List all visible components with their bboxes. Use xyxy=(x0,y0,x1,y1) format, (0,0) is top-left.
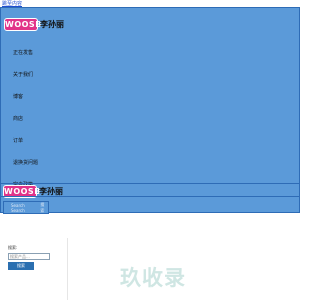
nav-item-returns[interactable]: 退换货问题 xyxy=(13,157,93,179)
nav-item-about[interactable]: 关于我们 xyxy=(13,69,93,91)
header-search-box[interactable]: Search Search 搜索 xyxy=(3,201,49,214)
main-nav: 正在发售 关于我们 博客 商店 订单 退换货问题 客户政策 xyxy=(13,47,93,201)
nav-item-orders[interactable]: 订单 xyxy=(13,135,93,157)
brand-name[interactable]: 李孙丽 xyxy=(40,19,64,30)
header-divider xyxy=(0,183,300,184)
site-brand[interactable]: WOOSB 李孙丽 xyxy=(4,18,64,31)
header-divider-2 xyxy=(0,196,300,197)
nav-item-blog[interactable]: 博客 xyxy=(13,91,93,113)
sidebar-search: 搜索: 搜索产品... 搜索 xyxy=(8,245,50,270)
search-label: 搜索: xyxy=(8,245,18,250)
content-divider xyxy=(67,238,68,300)
nav-item-shop[interactable]: 商店 xyxy=(13,113,93,135)
watermark-text: 玖收录 xyxy=(120,266,186,290)
search-input[interactable]: 搜索产品... xyxy=(8,253,50,260)
nav-item-on-sale[interactable]: 正在发售 xyxy=(13,47,93,69)
brand-logo[interactable]: WOOSB xyxy=(4,18,41,31)
header-search-input[interactable]: Search Search xyxy=(11,203,38,213)
skip-to-content-link[interactable]: 跳至内容 xyxy=(2,0,22,7)
header-search-button[interactable]: 搜索 xyxy=(40,202,48,214)
search-button[interactable]: 搜索 xyxy=(8,262,34,270)
